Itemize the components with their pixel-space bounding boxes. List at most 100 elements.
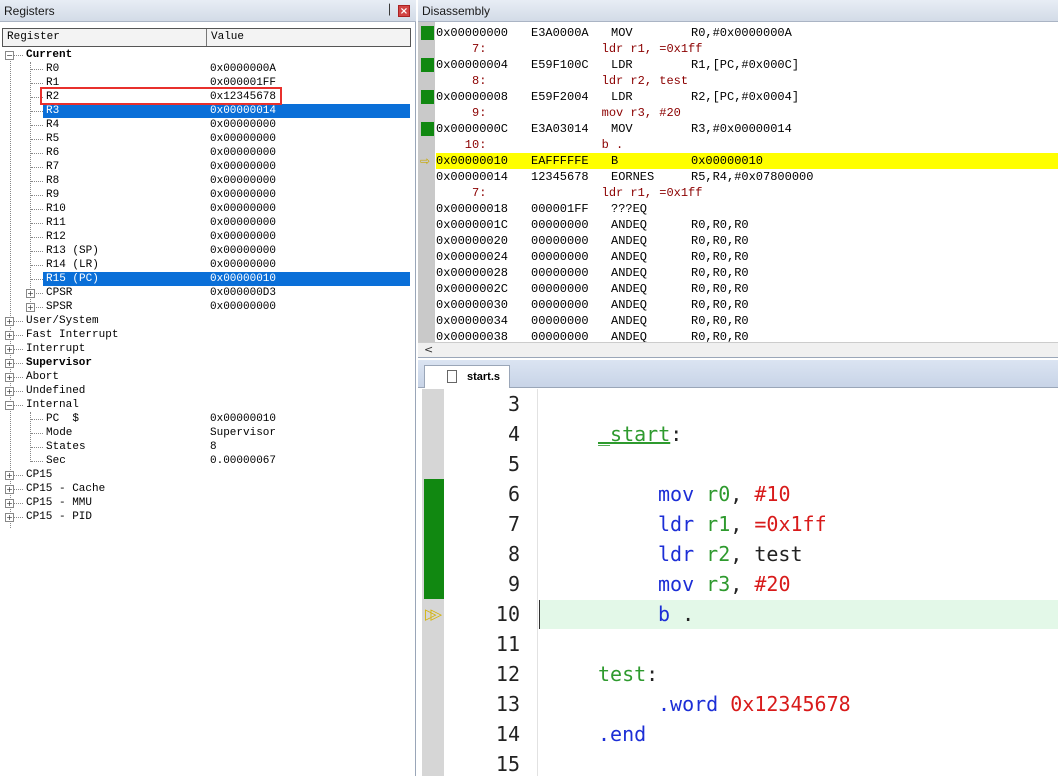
- expand-icon[interactable]: +: [5, 331, 14, 340]
- scroll-left-icon[interactable]: <: [424, 343, 433, 356]
- register-row[interactable]: R8 0x00000000: [0, 174, 416, 188]
- disassembly-source-line[interactable]: 9: mov r3, #20: [418, 105, 1058, 121]
- disassembly-row[interactable]: 0x00000004 E59F100C LDR R1,[PC,#0x000C]: [418, 57, 1058, 73]
- tree-connector: [31, 279, 43, 280]
- register-name: CP15 - Cache: [26, 483, 106, 495]
- code-line[interactable]: 6 mov r0, #10: [418, 479, 1058, 509]
- register-row[interactable]: R7 0x00000000: [0, 160, 416, 174]
- register-row[interactable]: R0 0x0000000A: [0, 62, 416, 76]
- register-row[interactable]: + CP15 - Cache: [0, 482, 416, 496]
- code-line[interactable]: 9 mov r3, #20: [418, 569, 1058, 599]
- column-header-value[interactable]: Value: [211, 31, 244, 43]
- collapse-icon[interactable]: −: [5, 51, 14, 60]
- code-line[interactable]: 7 ldr r1, =0x1ff: [418, 509, 1058, 539]
- register-row[interactable]: R4 0x00000000: [0, 118, 416, 132]
- pin-icon[interactable]: ▕: [380, 5, 392, 17]
- code-line[interactable]: 8 ldr r2, test: [418, 539, 1058, 569]
- expand-icon[interactable]: +: [5, 373, 14, 382]
- expand-icon[interactable]: +: [5, 345, 14, 354]
- register-row[interactable]: R6 0x00000000: [0, 146, 416, 160]
- expand-icon[interactable]: +: [26, 303, 35, 312]
- code-token: test: [598, 662, 647, 686]
- register-row[interactable]: + CP15: [0, 468, 416, 482]
- expand-icon[interactable]: +: [5, 317, 14, 326]
- register-row[interactable]: + Fast Interrupt: [0, 328, 416, 342]
- column-header-register[interactable]: Register: [7, 31, 60, 43]
- register-row[interactable]: R3 0x00000014: [0, 104, 416, 118]
- code-line[interactable]: 5: [418, 449, 1058, 479]
- register-value: 0x00000000: [210, 259, 277, 271]
- disassembly-row[interactable]: 0x00000030 00000000 ANDEQ R0,R0,R0: [418, 297, 1058, 313]
- tree-connector: [31, 419, 43, 420]
- register-value: 0x000000D3: [210, 287, 277, 299]
- register-row[interactable]: R5 0x00000000: [0, 132, 416, 146]
- register-row[interactable]: + Abort: [0, 370, 416, 384]
- disassembly-horizontal-scrollbar[interactable]: <: [418, 342, 1058, 357]
- register-row[interactable]: + CP15 - MMU: [0, 496, 416, 510]
- disassembly-source-line[interactable]: 8: ldr r2, test: [418, 73, 1058, 89]
- code-line[interactable]: 15: [418, 749, 1058, 776]
- register-row[interactable]: PC $ 0x00000010: [0, 412, 416, 426]
- close-icon[interactable]: ×: [398, 5, 410, 17]
- disassembly-row[interactable]: 0x0000001C 00000000 ANDEQ R0,R0,R0: [418, 217, 1058, 233]
- register-name: Mode: [46, 427, 73, 439]
- disassembly-row[interactable]: 0x00000020 00000000 ANDEQ R0,R0,R0: [418, 233, 1058, 249]
- code-line[interactable]: 13 .word 0x12345678: [418, 689, 1058, 719]
- expand-icon[interactable]: +: [5, 513, 14, 522]
- disassembly-row[interactable]: 0x00000000 E3A0000A MOV R0,#0x0000000A: [418, 25, 1058, 41]
- opcode: 00000000: [531, 234, 589, 248]
- register-row[interactable]: R13 (SP) 0x00000000: [0, 244, 416, 258]
- code-line[interactable]: 14 .end: [418, 719, 1058, 749]
- disassembly-source-line[interactable]: 7: ldr r1, =0x1ff: [418, 41, 1058, 57]
- column-divider[interactable]: [206, 29, 207, 46]
- register-row[interactable]: + Supervisor: [0, 356, 416, 370]
- register-row[interactable]: R9 0x00000000: [0, 188, 416, 202]
- register-row[interactable]: R14 (LR) 0x00000000: [0, 258, 416, 272]
- register-value: 0x00000000: [210, 245, 277, 257]
- disassembly-row[interactable]: 0x00000024 00000000 ANDEQ R0,R0,R0: [418, 249, 1058, 265]
- code-line[interactable]: 3: [418, 389, 1058, 419]
- register-row[interactable]: + CP15 - PID: [0, 510, 416, 524]
- register-name: CP15 - PID: [26, 511, 93, 523]
- disassembly-row[interactable]: 0x00000034 00000000 ANDEQ R0,R0,R0: [418, 313, 1058, 329]
- register-row[interactable]: R15 (PC) 0x00000010: [0, 272, 416, 286]
- expand-icon[interactable]: +: [5, 485, 14, 494]
- expand-icon[interactable]: +: [5, 359, 14, 368]
- tree-connector: [31, 181, 43, 182]
- disassembly-source-line[interactable]: 7: ldr r1, =0x1ff: [418, 185, 1058, 201]
- collapse-icon[interactable]: −: [5, 401, 14, 410]
- register-row[interactable]: − Internal: [0, 398, 416, 412]
- register-row[interactable]: + Interrupt: [0, 342, 416, 356]
- expand-icon[interactable]: +: [5, 471, 14, 480]
- disassembly-row[interactable]: 0x00000008 E59F2004 LDR R2,[PC,#0x0004]: [418, 89, 1058, 105]
- register-row[interactable]: − Current: [0, 48, 416, 62]
- code-line[interactable]: 4 _start:: [418, 419, 1058, 449]
- address: 0x00000004: [436, 58, 509, 72]
- expand-icon[interactable]: +: [5, 387, 14, 396]
- code-token: 0x12345678: [730, 692, 851, 716]
- register-row[interactable]: + CPSR 0x000000D3: [0, 286, 416, 300]
- disassembly-row[interactable]: 0x0000000C E3A03014 MOV R3,#0x00000014: [418, 121, 1058, 137]
- register-row[interactable]: R10 0x00000000: [0, 202, 416, 216]
- register-row[interactable]: + User/System: [0, 314, 416, 328]
- tab-start-s[interactable]: start.s: [424, 365, 510, 388]
- code-line[interactable]: 12 test:: [418, 659, 1058, 689]
- disassembly-row[interactable]: ⇨ 0x00000010 EAFFFFFE B 0x00000010: [418, 153, 1058, 169]
- register-row[interactable]: Mode Supervisor: [0, 426, 416, 440]
- disassembly-row[interactable]: 0x00000018 000001FF ???EQ: [418, 201, 1058, 217]
- disassembly-row[interactable]: 0x00000014 12345678 EORNES R5,R4,#0x0780000…: [418, 169, 1058, 185]
- expand-icon[interactable]: +: [26, 289, 35, 298]
- disassembly-source-line[interactable]: 10: b .: [418, 137, 1058, 153]
- code-line[interactable]: ▷▷ 10 b .: [418, 599, 1058, 629]
- register-row[interactable]: Sec 0.00000067: [0, 454, 416, 468]
- code-line[interactable]: 11: [418, 629, 1058, 659]
- register-row[interactable]: States 8: [0, 440, 416, 454]
- register-row[interactable]: + Undefined: [0, 384, 416, 398]
- register-row[interactable]: R12 0x00000000: [0, 230, 416, 244]
- disassembly-row[interactable]: 0x00000028 00000000 ANDEQ R0,R0,R0: [418, 265, 1058, 281]
- register-row[interactable]: R11 0x00000000: [0, 216, 416, 230]
- expand-icon[interactable]: +: [5, 499, 14, 508]
- disassembly-row[interactable]: 0x0000002C 00000000 ANDEQ R0,R0,R0: [418, 281, 1058, 297]
- tree-connector: [31, 111, 43, 112]
- register-row[interactable]: + SPSR 0x00000000: [0, 300, 416, 314]
